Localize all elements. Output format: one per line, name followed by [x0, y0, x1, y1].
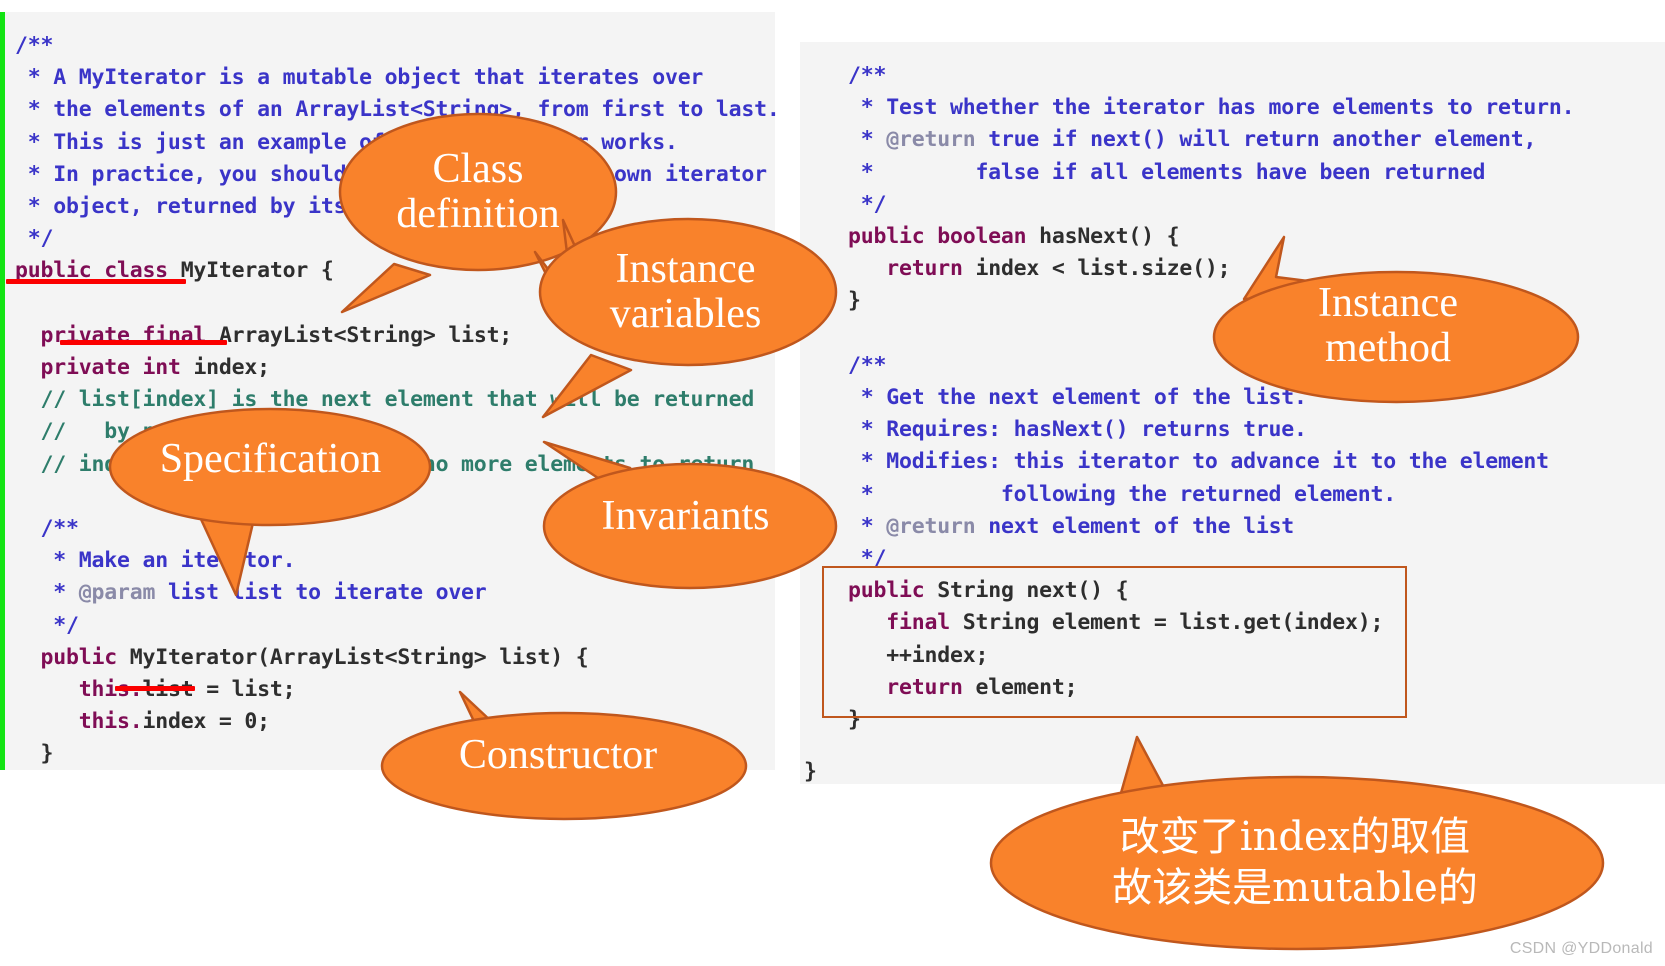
slide-canvas: /** * A MyIterator is a mutable object t…	[0, 0, 1665, 966]
callout-specification: Specification	[108, 405, 433, 597]
underline-private-final	[60, 340, 227, 345]
callout-mutable-note: 改变了index的取值 故该类是mutable的	[985, 735, 1605, 951]
callout-instance-variables: Instance variables	[533, 212, 838, 419]
underline-public-class	[6, 279, 186, 284]
next-method-highlight-box	[822, 566, 1407, 718]
callout-invariants: Invariants	[538, 440, 838, 590]
callout-instance-method: Instance method	[1198, 235, 1580, 404]
right-code-closing-brace: }	[804, 759, 817, 784]
watermark: CSDN @YDDonald	[1509, 940, 1653, 957]
underline-this-list	[115, 686, 195, 691]
callout-constructor: Constructor	[368, 690, 748, 821]
